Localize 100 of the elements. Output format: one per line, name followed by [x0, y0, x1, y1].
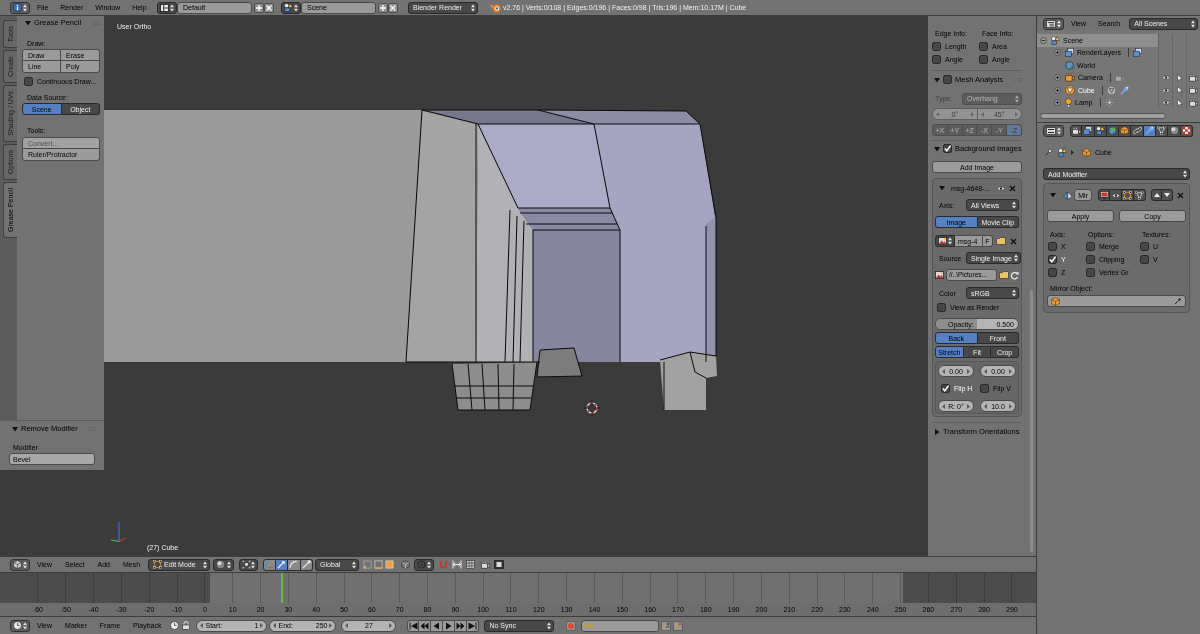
pin-icon[interactable]: [1045, 148, 1053, 156]
properties-tab[interactable]: [1131, 124, 1144, 137]
camera-icon[interactable]: [1189, 73, 1198, 82]
eye-icon[interactable]: [1161, 75, 1170, 81]
expand-toggle-icon[interactable]: [1040, 36, 1047, 44]
close-icon[interactable]: [1009, 184, 1016, 192]
manipulator-button[interactable]: [288, 558, 301, 571]
monitor-icon[interactable]: [1099, 191, 1109, 199]
right-arrow-icon[interactable]: [967, 403, 970, 409]
disclosure-triangle-icon[interactable]: [934, 76, 940, 83]
reload-icon[interactable]: [1010, 270, 1019, 280]
left-arrow-icon[interactable]: [984, 368, 987, 374]
folder-icon[interactable]: [996, 237, 1006, 245]
fast-forward-icon[interactable]: [456, 621, 466, 630]
properties-tab[interactable]: [1070, 124, 1083, 137]
lock-icon[interactable]: [182, 621, 191, 630]
disclosure-triangle-icon[interactable]: [934, 429, 940, 435]
checkbox[interactable]: [932, 42, 941, 51]
checkbox[interactable]: [941, 383, 950, 393]
eye-icon[interactable]: [1161, 87, 1170, 93]
checkbox[interactable]: [979, 42, 988, 51]
close-icon[interactable]: [1010, 237, 1017, 245]
face-select-icon[interactable]: [385, 560, 395, 569]
checkbox[interactable]: [1086, 242, 1095, 251]
left-arrow-icon[interactable]: [984, 403, 987, 409]
expand-toggle-icon[interactable]: [1054, 74, 1061, 82]
close-icon[interactable]: [388, 2, 398, 13]
down-arrow-icon[interactable]: [1164, 193, 1170, 197]
checkbox[interactable]: [24, 76, 33, 86]
left-arrow-icon[interactable]: [200, 623, 204, 628]
close-icon[interactable]: [264, 2, 274, 13]
camera-icon[interactable]: [481, 560, 491, 569]
skip-to-start-icon[interactable]: [408, 621, 418, 630]
editor-type-button[interactable]: [1043, 124, 1064, 137]
skip-to-end-icon[interactable]: [468, 621, 478, 630]
camera-icon[interactable]: [1189, 98, 1198, 107]
picture-icon[interactable]: [935, 271, 944, 279]
properties-tab[interactable]: [1156, 124, 1169, 137]
left-arrow-icon[interactable]: [273, 623, 277, 628]
disclosure-triangle-icon[interactable]: [25, 20, 31, 26]
right-arrow-icon[interactable]: [389, 623, 393, 628]
properties-tab[interactable]: [1119, 124, 1132, 137]
keying-set-field[interactable]: [581, 619, 660, 632]
play-reverse-icon[interactable]: [432, 621, 442, 630]
key-add-icon[interactable]: [661, 620, 672, 631]
checkbox[interactable]: [937, 302, 946, 312]
checkbox[interactable]: [943, 144, 952, 153]
checkbox[interactable]: [1086, 268, 1095, 277]
rewind-icon[interactable]: [420, 621, 430, 630]
editor-type-button[interactable]: [10, 1, 30, 14]
scrollbar[interactable]: [1040, 113, 1166, 119]
checkbox[interactable]: [943, 75, 952, 84]
disclosure-triangle-icon[interactable]: [939, 185, 945, 191]
checkbox[interactable]: [1048, 268, 1057, 277]
checkbox[interactable]: [1048, 242, 1057, 251]
checkbox[interactable]: [1140, 242, 1149, 251]
folder-icon[interactable]: [999, 271, 1009, 279]
eyedropper-icon[interactable]: [1174, 297, 1182, 305]
close-icon[interactable]: [1177, 191, 1184, 199]
film-icon[interactable]: [494, 560, 505, 569]
eye-icon[interactable]: [997, 185, 1005, 191]
mirror-object-field[interactable]: [1047, 295, 1186, 307]
expand-toggle-icon[interactable]: [1054, 86, 1061, 94]
disclosure-triangle-icon[interactable]: [934, 145, 940, 152]
right-arrow-icon[interactable]: [260, 623, 264, 628]
clock-icon[interactable]: [170, 621, 180, 630]
disclosure-triangle-icon[interactable]: [12, 426, 18, 432]
right-arrow-icon[interactable]: [1009, 403, 1012, 409]
camera-icon[interactable]: [1189, 86, 1198, 95]
checkbox[interactable]: [1140, 255, 1149, 264]
checkbox[interactable]: [980, 383, 989, 393]
pivot-dropdown[interactable]: [239, 558, 259, 571]
scene-menu-button[interactable]: [281, 1, 301, 14]
expand-toggle-icon[interactable]: [1054, 99, 1061, 107]
right-arrow-icon[interactable]: [329, 623, 333, 628]
shading-dropdown[interactable]: [213, 558, 235, 571]
play-icon[interactable]: [444, 621, 454, 630]
plus-icon[interactable]: [254, 2, 264, 13]
checkbox[interactable]: [1086, 255, 1095, 264]
proportional-edit-dropdown[interactable]: [414, 558, 435, 571]
checkbox[interactable]: [1048, 255, 1057, 264]
right-arrow-icon[interactable]: [1009, 368, 1012, 374]
checkbox[interactable]: [979, 55, 988, 64]
properties-tab[interactable]: [1168, 124, 1181, 137]
disclosure-triangle-icon[interactable]: [1050, 192, 1056, 198]
vertex-triangle-icon[interactable]: [1135, 190, 1144, 200]
grid-icon[interactable]: [466, 560, 476, 569]
editor-type-button[interactable]: [1043, 17, 1064, 30]
vertex-square-icon[interactable]: [1123, 190, 1132, 200]
left-arrow-icon[interactable]: [942, 403, 945, 409]
plus-icon[interactable]: [378, 2, 388, 13]
cube-solid-icon[interactable]: [401, 560, 411, 569]
checkbox[interactable]: [932, 55, 941, 64]
right-arrow-icon[interactable]: [967, 368, 970, 374]
editor-type-button[interactable]: [10, 558, 30, 571]
layout-menu-button[interactable]: [157, 1, 177, 14]
image-browse-button[interactable]: [935, 235, 955, 247]
editor-type-button[interactable]: [10, 619, 30, 632]
eye-icon[interactable]: [1161, 100, 1170, 106]
left-arrow-icon[interactable]: [345, 623, 349, 628]
